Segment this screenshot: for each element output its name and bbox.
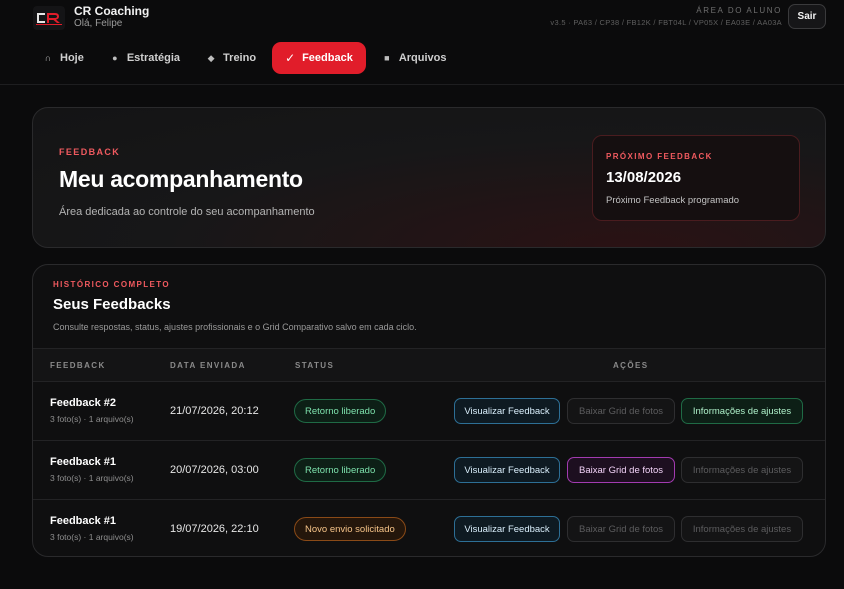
feedback-name: Feedback #1: [50, 515, 117, 527]
tab-treino[interactable]: ◆ Treino: [196, 42, 266, 74]
tab-feedback[interactable]: ✓ Feedback: [272, 42, 366, 74]
adjustments-info-button[interactable]: Informações de ajustes: [681, 398, 803, 424]
feedback-name: Feedback #2: [50, 397, 117, 409]
column-actions: AÇÕES: [613, 361, 649, 370]
diamond-icon: ◆: [207, 52, 215, 63]
view-feedback-button[interactable]: Visualizar Feedback: [454, 398, 560, 424]
home-icon: ∩: [44, 53, 52, 63]
view-feedback-button[interactable]: Visualizar Feedback: [454, 516, 560, 542]
tab-label: Arquivos: [398, 52, 447, 64]
history-card: HISTÓRICO COMPLETO Seus Feedbacks Consul…: [32, 264, 826, 557]
column-date: DATA ENVIADA: [170, 361, 246, 370]
version-string: v3.5 · PA63 / CP38 / FB12K / FBT04L / VP…: [550, 18, 782, 27]
feedback-meta: 3 foto(s) · 1 arquivo(s): [50, 414, 134, 424]
next-feedback-card: PRÓXIMO FEEDBACK 13/08/2026 Próximo Feed…: [592, 135, 800, 221]
history-kicker: HISTÓRICO COMPLETO: [53, 280, 171, 289]
feedback-meta: 3 foto(s) · 1 arquivo(s): [50, 473, 134, 483]
hero-kicker: FEEDBACK: [59, 147, 121, 157]
tab-label: Feedback: [302, 52, 353, 64]
brand-title: CR Coaching: [74, 4, 150, 18]
history-description: Consulte respostas, status, ajustes prof…: [53, 322, 417, 332]
next-feedback-kicker: PRÓXIMO FEEDBACK: [606, 152, 713, 161]
download-grid-button[interactable]: Baixar Grid de fotos: [567, 398, 675, 424]
target-icon: ●: [112, 53, 118, 63]
feedback-date: 21/07/2026, 20:12: [170, 405, 259, 417]
download-grid-button[interactable]: Baixar Grid de fotos: [567, 516, 675, 542]
hero-card: FEEDBACK Meu acompanhamento Área dedicad…: [32, 107, 826, 248]
tab-estrategia[interactable]: ● Estratégia: [100, 42, 190, 74]
file-icon: ■: [384, 53, 390, 63]
adjustments-info-button[interactable]: Informações de ajustes: [681, 457, 803, 483]
column-status: STATUS: [295, 361, 335, 370]
header-divider: [0, 84, 844, 85]
top-bar: CR Coaching Olá, Felipe ÁREA DO ALUNO v3…: [0, 0, 844, 36]
feedback-date: 20/07/2026, 03:00: [170, 464, 259, 476]
tab-label: Hoje: [60, 52, 84, 64]
table-header: FEEDBACK DATA ENVIADA STATUS AÇÕES: [33, 348, 825, 382]
download-grid-button[interactable]: Baixar Grid de fotos: [567, 457, 675, 483]
brand-logo: [33, 6, 65, 30]
feedback-meta: 3 foto(s) · 1 arquivo(s): [50, 532, 134, 542]
table-row: Feedback #1 3 foto(s) · 1 arquivo(s) 19/…: [33, 500, 825, 556]
page-title: Meu acompanhamento: [59, 166, 303, 192]
main-nav: ∩ Hoje ● Estratégia ◆ Treino ✓ Feedback …: [33, 42, 457, 74]
next-feedback-date: 13/08/2026: [606, 169, 682, 186]
feedback-name: Feedback #1: [50, 456, 117, 468]
next-feedback-subtitle: Próximo Feedback programado: [606, 195, 740, 206]
adjustments-info-button[interactable]: Informações de ajustes: [681, 516, 803, 542]
user-greeting: Olá, Felipe: [74, 18, 123, 29]
tab-label: Estratégia: [126, 52, 181, 64]
tab-hoje[interactable]: ∩ Hoje: [33, 42, 94, 74]
check-icon: ✓: [285, 51, 296, 65]
tab-arquivos[interactable]: ■ Arquivos: [372, 42, 457, 74]
area-label: ÁREA DO ALUNO: [696, 6, 782, 15]
status-badge: Retorno liberado: [294, 458, 387, 482]
cr-logo-icon: [36, 13, 62, 25]
table-row: Feedback #2 3 foto(s) · 1 arquivo(s) 21/…: [33, 382, 825, 441]
hero-description: Área dedicada ao controle do seu acompan…: [59, 206, 315, 218]
feedback-date: 19/07/2026, 22:10: [170, 523, 259, 535]
tab-label: Treino: [223, 52, 257, 64]
table-row: Feedback #1 3 foto(s) · 1 arquivo(s) 20/…: [33, 441, 825, 500]
status-badge: Novo envio solicitado: [294, 517, 406, 541]
status-badge: Retorno liberado: [294, 399, 387, 423]
column-feedback: FEEDBACK: [50, 361, 106, 370]
history-title: Seus Feedbacks: [53, 296, 171, 313]
view-feedback-button[interactable]: Visualizar Feedback: [454, 457, 560, 483]
logout-button[interactable]: Sair: [788, 4, 826, 29]
